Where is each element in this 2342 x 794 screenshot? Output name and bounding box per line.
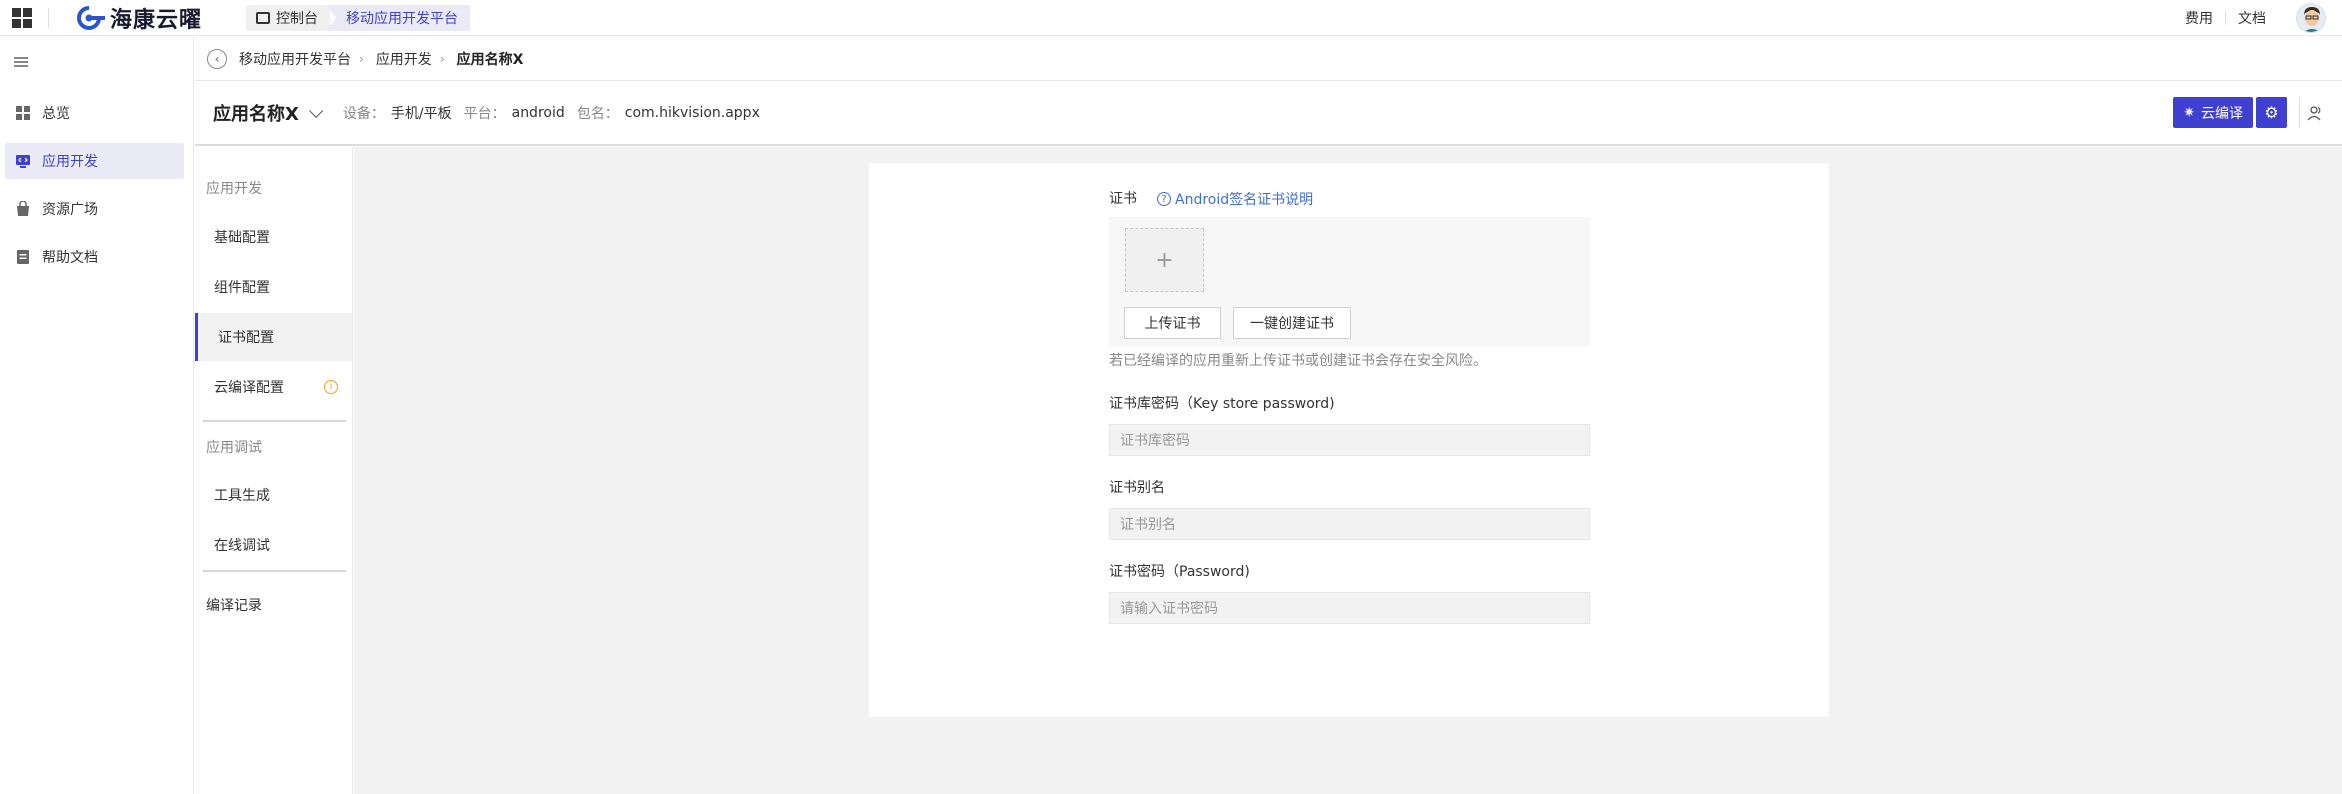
cert-password-input[interactable]: 请输入证书密码 xyxy=(1109,592,1590,624)
divider xyxy=(203,420,346,422)
header-actions: ✷ 云编译 ⚙ xyxy=(2173,97,2342,128)
spark-icon: ✷ xyxy=(2183,104,2195,121)
keystore-field: 证书库密码（Key store password) 证书库密码 xyxy=(1109,394,1590,456)
plus-icon[interactable]: + xyxy=(1125,228,1204,292)
logo-text: 海康云曜 xyxy=(110,8,203,33)
sidebar-item-label: 应用开发 xyxy=(42,154,98,170)
app-name[interactable]: 应用名称X xyxy=(213,100,299,126)
password-label: 证书密码（Password) xyxy=(1109,564,1250,580)
apps-grid-icon[interactable] xyxy=(12,8,32,28)
platform-label: 平台： xyxy=(463,106,506,122)
sidebar-item-label: 资源广场 xyxy=(42,202,98,218)
alias-label: 证书别名 xyxy=(1109,480,1165,496)
back-button[interactable]: ‹ xyxy=(207,48,227,69)
keystore-label: 证书库密码（Key store password) xyxy=(1109,396,1335,412)
subnav-item-label: 在线调试 xyxy=(214,538,270,554)
cloud-build-button[interactable]: ✷ 云编译 xyxy=(2173,97,2253,128)
top-right-links: 费用 文档 xyxy=(2173,0,2342,36)
logo[interactable]: 海康云曜 xyxy=(72,4,203,33)
sidebar-item-help-docs[interactable]: 帮助文档 xyxy=(5,239,184,275)
subnav-item-label: 基础配置 xyxy=(214,230,270,246)
cert-label: 证书 xyxy=(1109,191,1137,207)
console-crumb[interactable]: 控制台 xyxy=(246,5,330,31)
subnav-item-tool-gen[interactable]: 工具生成 xyxy=(195,471,352,519)
alias-input[interactable]: 证书别名 xyxy=(1109,508,1590,540)
subnav-item-cloud-build-config[interactable]: 云编译配置 i xyxy=(195,363,352,411)
subnav-item-label: 证书配置 xyxy=(218,330,274,346)
device-value: 手机/平板 xyxy=(390,106,452,122)
document-icon xyxy=(17,250,29,264)
sidebar-item-label: 总览 xyxy=(42,106,70,122)
divider xyxy=(203,570,346,572)
gear-icon: ⚙ xyxy=(2264,103,2279,122)
breadcrumb-current: 应用名称X xyxy=(456,51,524,68)
sidebar-item-overview[interactable]: 总览 xyxy=(5,95,184,131)
subnav-item-basic-config[interactable]: 基础配置 xyxy=(195,213,352,261)
settings-button[interactable]: ⚙ xyxy=(2256,97,2287,128)
group-app-debug: 应用调试 xyxy=(206,440,262,456)
breadcrumb-item[interactable]: 应用开发 xyxy=(376,49,432,69)
main-content: 证书 ? Android签名证书说明 + 上传证书 一键创建证书 若已经编译的应… xyxy=(354,147,2342,794)
subnav-item-component-config[interactable]: 组件配置 xyxy=(195,263,352,311)
sidebar-item-label: 帮助文档 xyxy=(42,250,98,266)
docs-link[interactable]: 文档 xyxy=(2226,8,2278,28)
console-icon xyxy=(256,12,270,24)
upload-cert-label: 上传证书 xyxy=(1144,316,1201,332)
logo-icon xyxy=(77,6,105,30)
subnav-item-build-log[interactable]: 编译记录 xyxy=(195,581,352,629)
subnav-item-online-debug[interactable]: 在线调试 xyxy=(195,521,352,569)
info-warning-icon: i xyxy=(324,380,338,394)
cert-header: 证书 ? Android签名证书说明 xyxy=(1109,189,1590,209)
create-cert-button[interactable]: 一键创建证书 xyxy=(1233,307,1351,339)
platform-label: 移动应用开发平台 xyxy=(346,11,458,27)
cert-config-card: 证书 ? Android签名证书说明 + 上传证书 一键创建证书 若已经编译的应… xyxy=(869,163,1829,717)
chevron-down-icon[interactable] xyxy=(308,103,324,118)
android-cert-help-link[interactable]: ? Android签名证书说明 xyxy=(1157,189,1313,209)
sidebar-item-app-dev[interactable]: 应用开发 xyxy=(5,143,184,179)
menu-collapse-icon[interactable] xyxy=(14,57,28,67)
password-field: 证书密码（Password) 请输入证书密码 xyxy=(1109,562,1590,624)
top-bar: 海康云曜 控制台 移动应用开发平台 费用 文档 xyxy=(0,0,2342,36)
keystore-password-input[interactable]: 证书库密码 xyxy=(1109,424,1590,456)
grid-icon xyxy=(16,106,30,120)
cert-upload-area: + 上传证书 一键创建证书 xyxy=(1109,217,1590,347)
sub-nav: 应用开发 基础配置 组件配置 证书配置 云编译配置 i 应用调试 工具生成 在线… xyxy=(195,147,353,794)
subnav-item-label: 云编译配置 xyxy=(214,380,284,396)
console-label: 控制台 xyxy=(276,11,318,27)
avatar-icon xyxy=(2297,4,2325,32)
avatar[interactable] xyxy=(2296,3,2326,33)
create-cert-label: 一键创建证书 xyxy=(1250,316,1334,332)
chevron-right-icon: › xyxy=(359,51,364,66)
divider xyxy=(48,8,49,28)
cloud-build-label: 云编译 xyxy=(2201,105,2243,122)
package-value: com.hikvision.appx xyxy=(624,105,760,121)
bag-icon xyxy=(17,201,29,216)
platform-value: android xyxy=(511,105,565,121)
question-icon: ? xyxy=(1157,192,1171,206)
fees-link[interactable]: 费用 xyxy=(2173,8,2225,28)
chevron-right-icon: › xyxy=(439,51,445,66)
left-sidebar: 总览 应用开发 资源广场 帮助文档 xyxy=(0,37,194,794)
platform-crumb[interactable]: 移动应用开发平台 xyxy=(326,5,470,31)
sidebar-item-resources[interactable]: 资源广场 xyxy=(5,191,184,227)
subnav-item-label: 组件配置 xyxy=(214,280,270,296)
user-icon xyxy=(2307,105,2321,120)
package-label: 包名： xyxy=(576,106,619,122)
subnav-item-label: 编译记录 xyxy=(206,598,262,614)
breadcrumb-item[interactable]: 移动应用开发平台 xyxy=(239,49,351,69)
help-link-label: Android签名证书说明 xyxy=(1175,192,1314,208)
device-label: 设备： xyxy=(342,106,385,122)
members-button[interactable] xyxy=(2299,97,2330,128)
group-app-dev: 应用开发 xyxy=(206,181,262,197)
code-monitor-icon xyxy=(16,155,30,168)
app-header: 应用名称X 设备： 手机/平板 平台： android 包名： com.hikv… xyxy=(195,82,2342,146)
cert-form: 证书 ? Android签名证书说明 + 上传证书 一键创建证书 若已经编译的应… xyxy=(1109,189,1590,624)
security-hint: 若已经编译的应用重新上传证书或创建证书会存在安全风险。 xyxy=(1109,353,1487,369)
alias-field: 证书别名 证书别名 xyxy=(1109,478,1590,540)
subnav-item-label: 工具生成 xyxy=(214,488,270,504)
breadcrumb: ‹ 移动应用开发平台 › 应用开发 › 应用名称X xyxy=(195,37,2342,81)
subnav-item-cert-config[interactable]: 证书配置 xyxy=(195,313,352,361)
chevron-left-icon: ‹ xyxy=(214,51,220,66)
upload-cert-button[interactable]: 上传证书 xyxy=(1124,307,1221,339)
